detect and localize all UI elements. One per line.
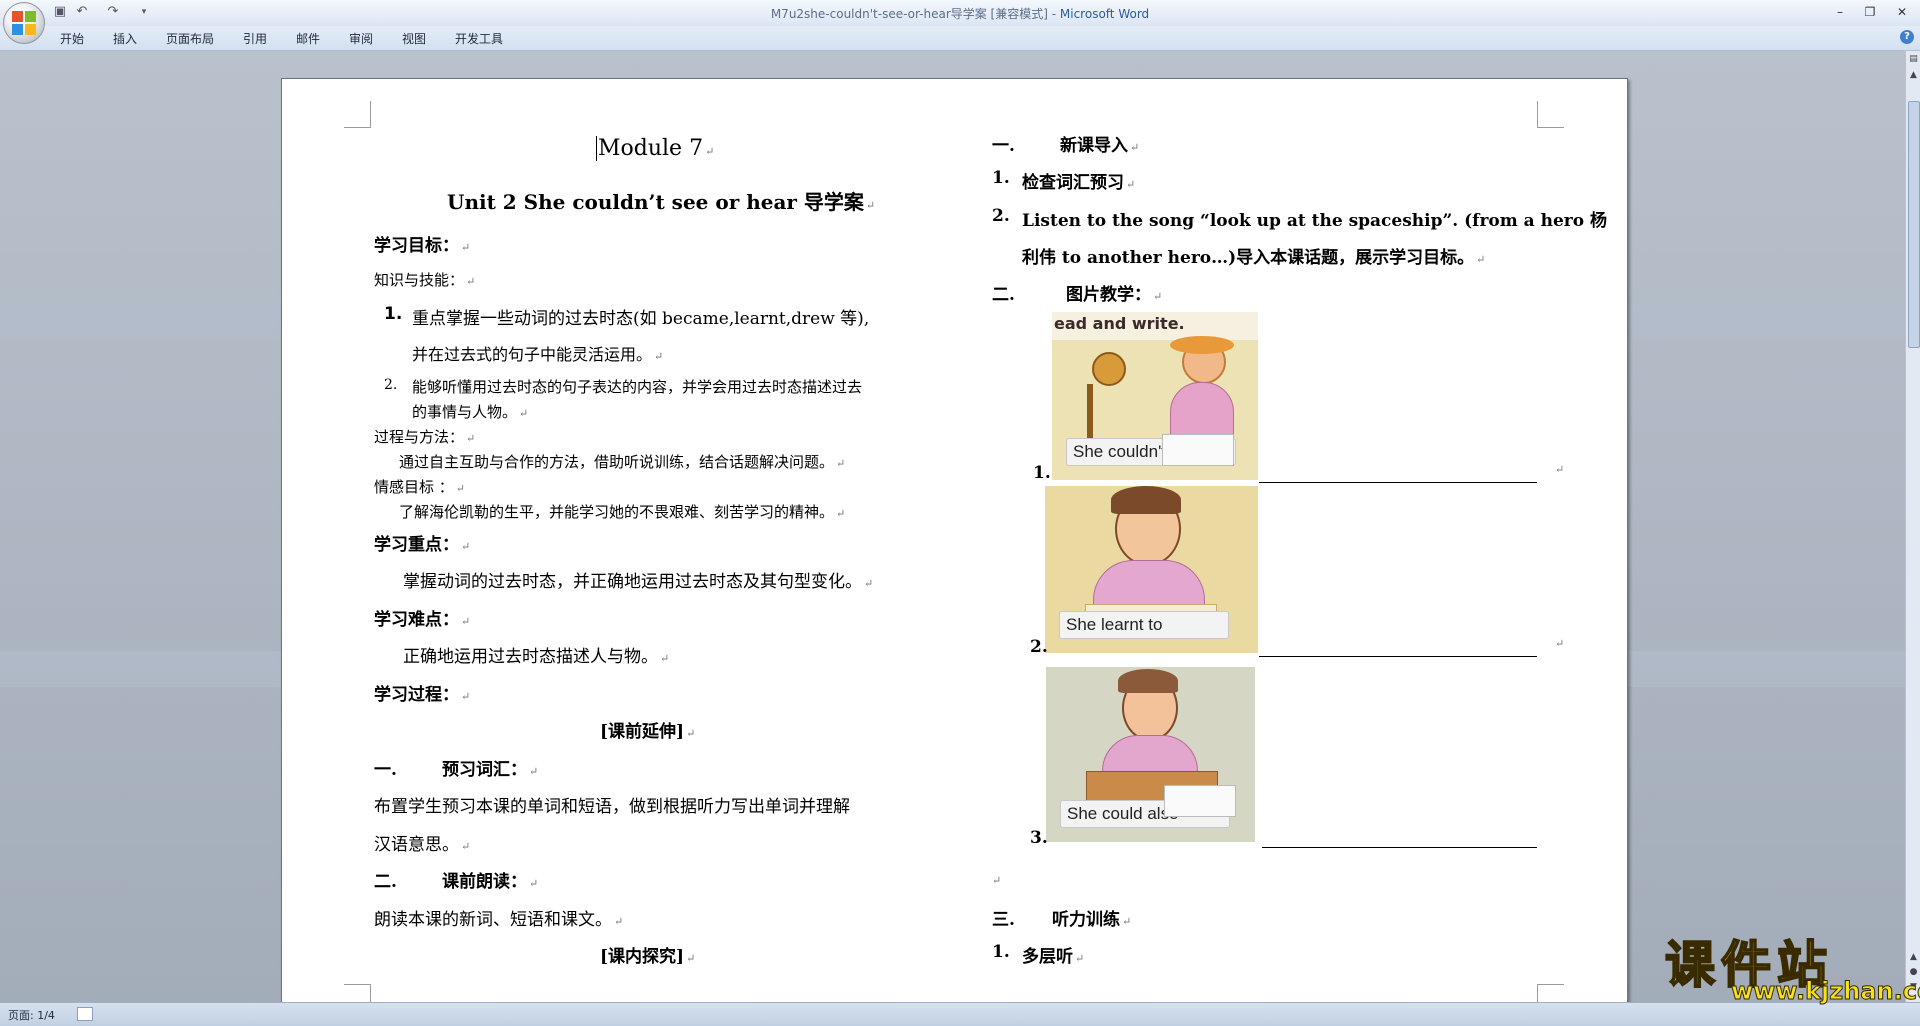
list-number: 二. xyxy=(374,872,397,892)
status-bar: 页面: 1/4 xyxy=(0,1002,1920,1026)
watermark-url: www.kjzhan.com xyxy=(1730,977,1920,1006)
page-count[interactable]: 页面: 1/4 xyxy=(8,1007,55,1023)
ribbon-tabs: 开始 插入 页面布局 引用 邮件 审阅 视图 开发工具 ? xyxy=(0,26,1920,51)
section-goal-heading: 学习目标： ↵ xyxy=(374,236,471,256)
vocab-heading: 预习词汇： ↵ xyxy=(442,760,539,780)
illustration-header: ead and write. xyxy=(1054,314,1185,333)
difficulty-heading: 学习难点： ↵ xyxy=(374,610,471,630)
caption-blank xyxy=(1164,785,1236,817)
minimize-icon[interactable]: – xyxy=(1826,2,1854,22)
pre-class-heading: [课前延伸] ↵ xyxy=(600,722,696,742)
list-number: 一. xyxy=(374,760,397,780)
tab-page-layout[interactable]: 页面布局 xyxy=(166,30,214,47)
tab-view[interactable]: 视图 xyxy=(402,30,426,47)
answer-line xyxy=(1259,482,1537,483)
song-line-1: Listen to the song “look up at the space… xyxy=(1022,211,1607,231)
list-number: 三. xyxy=(992,910,1015,930)
list-number: 1. xyxy=(1033,463,1051,483)
doc-title-module: Module 7 ↵ xyxy=(596,136,715,161)
list-number: 2. xyxy=(992,206,1010,226)
tab-developer[interactable]: 开发工具 xyxy=(455,30,503,47)
vocab-line-1: 布置学生预习本课的单词和短语，做到根据听力写出单词并理解 xyxy=(374,797,850,817)
ruler-toggle-icon[interactable]: ▤ xyxy=(1907,53,1920,66)
process2-heading: 学习过程： ↵ xyxy=(374,685,471,705)
process-text: 通过自主互助与合作的方法，借助听说训练，结合话题解决问题。 ↵ xyxy=(399,453,846,471)
paragraph-mark: ↵ xyxy=(1555,463,1565,476)
tab-home[interactable]: 开始 xyxy=(60,30,84,47)
watermark: 课件站 www.kjzhan.com xyxy=(1664,925,1920,1006)
tab-mailings[interactable]: 邮件 xyxy=(296,30,320,47)
emotion-text: 了解海伦凯勒的生平，并能学习她的不畏艰难、刻苦学习的精神。 ↵ xyxy=(399,503,846,521)
caption-blank xyxy=(1162,434,1234,466)
tab-insert[interactable]: 插入 xyxy=(113,30,137,47)
list-number: 1. xyxy=(384,304,403,324)
office-button[interactable] xyxy=(3,2,45,44)
proofing-icon[interactable] xyxy=(77,1007,93,1021)
list-number: 2. xyxy=(384,377,398,393)
vocab-line-2: 汉语意思。 ↵ xyxy=(374,835,471,855)
vocab-check: 检查词汇预习 ↵ xyxy=(1022,173,1136,193)
document-page[interactable]: Module 7 ↵ Unit 2 She couldn’t see or hea… xyxy=(281,78,1628,1010)
restore-icon[interactable]: ❐ xyxy=(1856,2,1884,22)
listening-heading: 听力训练 ↵ xyxy=(1052,910,1132,930)
paragraph-mark: ↵ xyxy=(1555,637,1565,650)
picture-teaching-heading: 图片教学： ↵ xyxy=(1066,285,1163,305)
crop-mark xyxy=(344,101,371,128)
illustration-helen-reading: She learnt to xyxy=(1045,486,1258,653)
scroll-up-icon[interactable]: ▲ xyxy=(1907,69,1920,82)
list-number: 1. xyxy=(992,942,1010,962)
tab-review[interactable]: 审阅 xyxy=(349,30,373,47)
list-number: 3. xyxy=(1030,828,1048,848)
doc-title-unit: Unit 2 She couldn’t see or hear 导学案 ↵ xyxy=(447,190,876,214)
list-number: 2. xyxy=(1030,637,1048,657)
goal-item-1-line-2: 并在过去式的句子中能灵活运用。 ↵ xyxy=(412,345,664,364)
song-line-2: 利伟 to another hero…)导入本课话题，展示学习目标。 ↵ xyxy=(1022,248,1486,268)
goal-item-1-line-1: 重点掌握一些动词的过去时态(如 became,learnt,drew 等), xyxy=(412,309,870,329)
goal-item-2-line-1: 能够听懂用过去时态的句子表达的内容，并学会用过去时态描述过去 xyxy=(412,378,863,396)
crop-mark xyxy=(1537,101,1564,128)
paragraph-mark: ↵ xyxy=(992,874,1002,887)
scroll-thumb[interactable] xyxy=(1908,101,1920,348)
in-class-heading: [课内探究] ↵ xyxy=(600,947,696,967)
previous-page-icon[interactable]: ▲ xyxy=(1907,951,1920,964)
emotion-heading: 情感目标 ： ↵ xyxy=(374,478,465,496)
intro-heading: 新课导入 ↵ xyxy=(1060,136,1140,156)
key-text: 掌握动词的过去时态，并正确地运用过去时态及其句型变化。 ↵ xyxy=(403,572,874,592)
illustration-helen-ear-trumpet: ead and write. She couldn't xyxy=(1052,312,1258,480)
vertical-scrollbar[interactable]: ▤ ▲ ▲ ● ▼ xyxy=(1905,51,1920,1002)
multi-level-listening: 多层听 ↵ xyxy=(1022,947,1085,967)
list-number: 一. xyxy=(992,136,1015,156)
goal-item-2-line-2: 的事情与人物。 ↵ xyxy=(412,403,529,421)
list-number: 1. xyxy=(992,168,1010,188)
illustration-caption: She learnt to xyxy=(1059,611,1229,639)
window-title: M7u2she-couldn't-see-or-hear导学案 [兼容模式] -… xyxy=(770,7,1150,21)
illustration-helen-typing: She could also xyxy=(1046,667,1255,842)
office-logo-icon xyxy=(12,11,36,35)
close-icon[interactable]: ✕ xyxy=(1888,2,1916,22)
answer-line xyxy=(1259,656,1537,657)
process-heading: 过程与方法： ↵ xyxy=(374,428,476,446)
reading-heading: 课前朗读： ↵ xyxy=(442,872,539,892)
answer-line xyxy=(1262,847,1537,848)
key-heading: 学习重点： ↵ xyxy=(374,535,471,555)
reading-text: 朗读本课的新词、短语和课文。 ↵ xyxy=(374,910,624,930)
tab-references[interactable]: 引用 xyxy=(243,30,267,47)
knowledge-heading: 知识与技能： ↵ xyxy=(374,271,476,289)
title-bar: ▣ ↶ ↷ ▾ M7u2she-couldn't-see-or-hear导学案 … xyxy=(0,0,1920,27)
help-icon[interactable]: ? xyxy=(1900,30,1914,44)
list-number: 二. xyxy=(992,285,1015,305)
difficulty-text: 正确地运用过去时态描述人与物。 ↵ xyxy=(403,647,670,667)
